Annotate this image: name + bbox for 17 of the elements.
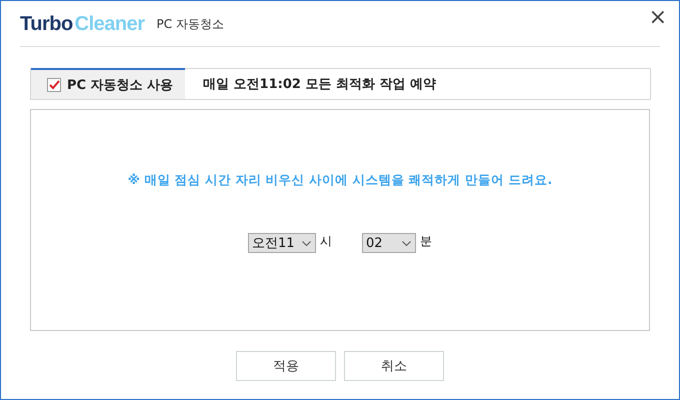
auto-clean-tab[interactable]: PC 자동청소 사용 bbox=[31, 68, 185, 99]
dialog-button[interactable]: 취소 bbox=[344, 351, 444, 381]
schedule-summary: 매일 오전11:02 모든 최적화 작업 예약 bbox=[185, 68, 650, 99]
check-icon bbox=[48, 80, 60, 90]
window-title: PC 자동청소 bbox=[156, 16, 224, 32]
notice-text: ※ 매일 점심 시간 자리 비우신 사이에 시스템을 쾌적하게 만들어 드려요. bbox=[128, 172, 552, 189]
unit-label: 분 bbox=[420, 233, 432, 250]
checkbox-label: PC 자동청소 사용 bbox=[67, 76, 174, 94]
time-dropdown[interactable]: 02 bbox=[362, 233, 416, 253]
chevron-icon bbox=[402, 240, 411, 246]
time-dropdown[interactable]: 오전11 bbox=[248, 233, 316, 253]
dialog-button[interactable]: 적용 bbox=[236, 351, 336, 381]
unit-label: 시 bbox=[320, 233, 332, 250]
close-button[interactable]: × bbox=[644, 6, 671, 30]
app-logo: TurboCleaner bbox=[20, 12, 145, 36]
chevron-icon bbox=[302, 240, 311, 246]
checkbox[interactable] bbox=[47, 78, 61, 92]
